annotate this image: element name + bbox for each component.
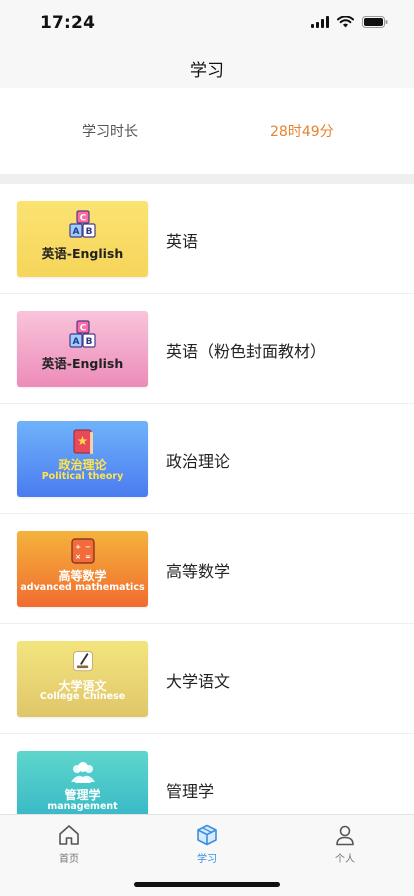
svg-text:−: − — [85, 543, 91, 551]
home-indicator[interactable] — [134, 882, 280, 887]
course-item-political-theory[interactable]: 政治理论 Political theory 政治理论 — [0, 404, 414, 514]
course-item-college-chinese[interactable]: 大学语文 College Chinese 大学语文 — [0, 624, 414, 734]
page-title: 学习 — [190, 61, 224, 81]
cover-subtitle: College Chinese — [39, 691, 126, 702]
status-icons — [311, 16, 388, 28]
writing-icon — [72, 651, 93, 672]
tab-label: 学习 — [197, 854, 217, 865]
svg-text:A: A — [72, 227, 79, 237]
cellular-signal-icon — [311, 16, 329, 28]
wifi-icon — [337, 16, 354, 28]
cube-icon — [197, 824, 217, 846]
svg-text:B: B — [85, 337, 92, 347]
svg-text:B: B — [85, 227, 92, 237]
cover-title: 英语-English — [41, 246, 124, 261]
people-icon — [70, 762, 95, 783]
tab-profile[interactable]: 个人 — [276, 823, 414, 865]
svg-text:A: A — [72, 337, 79, 347]
cover-subtitle: advanced mathematics — [20, 582, 145, 593]
abc-blocks-icon: C A B — [68, 320, 96, 348]
status-bar: 17:24 — [0, 0, 414, 46]
cover-subtitle: management — [47, 801, 118, 812]
cover-title: 英语-English — [41, 356, 124, 371]
course-item-english-pink[interactable]: C A B 英语-English 英语（粉色封面教材） — [0, 294, 414, 404]
svg-text:×: × — [75, 553, 81, 561]
course-cover: + − × = 高等数学 advanced mathematics — [17, 531, 148, 607]
course-item-advanced-mathematics[interactable]: + − × = 高等数学 advanced mathematics 高等数学 — [0, 514, 414, 624]
section-divider — [0, 174, 414, 184]
svg-text:=: = — [85, 553, 91, 561]
home-icon — [59, 825, 79, 845]
course-name: 管理学 — [166, 782, 215, 801]
course-cover: 管理学 management — [17, 751, 148, 814]
course-cover: C A B 英语-English — [17, 311, 148, 387]
study-time-label: 学习时长 — [82, 124, 138, 140]
course-list[interactable]: C A B 英语-English 英语 C A B 英语-English 英语（… — [0, 184, 414, 814]
nav-bar: 学习 — [0, 46, 414, 88]
abc-blocks-icon: C A B — [68, 210, 96, 238]
tab-label: 个人 — [335, 854, 355, 865]
screen: 17:24 学习 学习时长 28时49分 C A B 英语-English 英语… — [0, 0, 414, 896]
course-item-english[interactable]: C A B 英语-English 英语 — [0, 184, 414, 294]
tab-label: 首页 — [59, 854, 79, 865]
course-name: 大学语文 — [166, 672, 231, 691]
tab-home[interactable]: 首页 — [0, 823, 138, 865]
course-cover: C A B 英语-English — [17, 201, 148, 277]
cover-subtitle: Political theory — [41, 471, 124, 482]
course-name: 政治理论 — [166, 452, 231, 471]
course-item-management[interactable]: 管理学 management 管理学 — [0, 734, 414, 814]
svg-text:C: C — [79, 324, 86, 334]
svg-text:+: + — [75, 543, 81, 551]
person-icon — [336, 825, 354, 846]
study-time-value: 28时49分 — [270, 124, 334, 140]
course-name: 英语 — [166, 232, 199, 251]
course-cover: 大学语文 College Chinese — [17, 641, 148, 717]
red-book-icon — [73, 429, 93, 454]
study-time-card: 学习时长 28时49分 — [0, 88, 414, 174]
course-name: 高等数学 — [166, 562, 231, 581]
course-cover: 政治理论 Political theory — [17, 421, 148, 497]
battery-icon — [362, 16, 388, 28]
course-name: 英语（粉色封面教材） — [166, 342, 327, 361]
calculator-icon: + − × = — [70, 538, 95, 564]
svg-text:C: C — [79, 214, 86, 224]
status-time: 17:24 — [40, 13, 96, 33]
tab-study[interactable]: 学习 — [138, 823, 276, 865]
